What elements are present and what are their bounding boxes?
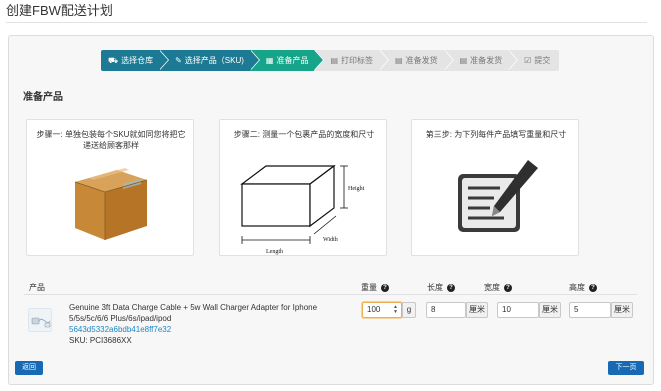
step-label: 准备产品 xyxy=(276,56,309,65)
column-header-weight: 重量 ? xyxy=(361,282,389,293)
step-label: 准备发货 xyxy=(470,56,503,65)
cable-icon xyxy=(31,317,51,328)
width-input[interactable]: 10 xyxy=(497,302,539,318)
column-header-length: 长度 ? xyxy=(427,282,455,293)
column-header-product: 产品 xyxy=(29,283,45,292)
tag-icon: ✎ xyxy=(175,56,182,65)
main-panel: ⛟ 选择仓库 ✎ 选择产品（SKU) ▦ 准备产品 ▤ 打印标签 ▤ 准备发货 … xyxy=(8,35,654,385)
step-label: 打印标签 xyxy=(341,56,374,65)
diagram-length-label: Length xyxy=(266,249,283,255)
printer-icon: ▤ xyxy=(330,56,339,65)
width-unit: 厘米 xyxy=(539,302,561,318)
cardboard-box-icon xyxy=(74,168,148,240)
section-title: 准备产品 xyxy=(23,92,63,103)
step-select-warehouse[interactable]: ⛟ 选择仓库 xyxy=(101,50,170,71)
truck-icon: ⛟ xyxy=(108,56,119,65)
weight-input[interactable]: 100 ▲ ▼ xyxy=(362,302,402,318)
help-icon[interactable]: ? xyxy=(381,283,389,292)
product-thumbnail xyxy=(28,308,52,332)
title-divider xyxy=(6,22,647,23)
card-caption: 步骤二: 测量一个包裹产品的宽度和尺寸 xyxy=(233,130,375,139)
step-select-products[interactable]: ✎ 选择产品（SKU) xyxy=(159,50,260,71)
height-input[interactable]: 5 xyxy=(569,302,611,318)
back-button[interactable]: 返回 xyxy=(15,361,43,375)
card-caption: 步骤一: 单独包装每个SKU就如同您将把它递送给顾客那样 xyxy=(36,130,186,150)
length-unit: 厘米 xyxy=(466,302,488,318)
table-header-divider xyxy=(24,294,637,295)
length-input[interactable]: 8 xyxy=(426,302,466,318)
help-icon[interactable]: ? xyxy=(504,283,512,292)
product-name: Genuine 3ft Data Charge Cable + 5w Wall … xyxy=(69,303,318,323)
form-pen-icon xyxy=(458,160,538,232)
product-id-link[interactable]: 5643d5332a6bdb41e8ff7e32 xyxy=(69,324,171,335)
step-label: 准备发货 xyxy=(405,56,438,65)
column-header-width: 宽度 ? xyxy=(484,282,512,293)
column-header-height: 高度 ? xyxy=(569,282,597,293)
weight-unit: g xyxy=(402,302,416,318)
list-icon: ▤ xyxy=(459,56,468,65)
check-icon: ☑ xyxy=(524,56,532,65)
box-dimension-diagram xyxy=(240,164,348,244)
grid-icon: ▦ xyxy=(265,56,274,65)
help-icon[interactable]: ? xyxy=(589,283,597,292)
step-progress: ⛟ 选择仓库 ✎ 选择产品（SKU) ▦ 准备产品 ▤ 打印标签 ▤ 准备发货 … xyxy=(101,50,560,71)
instruction-card-measure: 步骤二: 测量一个包裹产品的宽度和尺寸 Height Length Width xyxy=(219,119,387,256)
instruction-card-fill-form: 第三步: 为下列每件产品填写重量和尺寸 xyxy=(411,119,579,256)
step-label: 提交 xyxy=(534,56,551,65)
product-sku: SKU: PCI3686XX xyxy=(69,336,132,345)
stepper-arrows-icon[interactable]: ▲ ▼ xyxy=(393,305,398,315)
step-label: 选择仓库 xyxy=(121,56,154,65)
height-unit: 厘米 xyxy=(611,302,633,318)
page-title: 创建FBW配送计划 xyxy=(6,3,113,18)
step-label: 选择产品（SKU) xyxy=(184,56,244,65)
instruction-card-package: 步骤一: 单独包装每个SKU就如同您将把它递送给顾客那样 xyxy=(26,119,194,256)
next-page-button[interactable]: 下一页 xyxy=(608,361,644,375)
help-icon[interactable]: ? xyxy=(447,283,455,292)
diagram-width-label: Width xyxy=(323,237,338,243)
card-caption: 第三步: 为下列每件产品填写重量和尺寸 xyxy=(425,130,567,139)
diagram-height-label: Height xyxy=(348,186,365,192)
list-icon: ▤ xyxy=(395,56,403,65)
